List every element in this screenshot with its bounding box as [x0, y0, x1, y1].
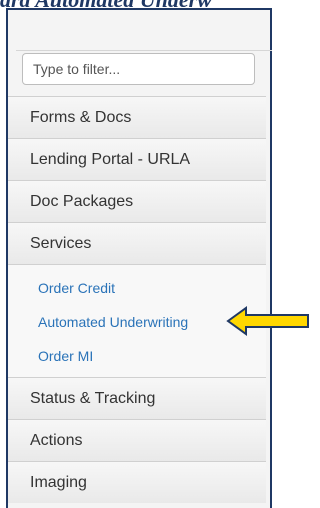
sidebar-item-status-tracking[interactable]: Status & Tracking	[8, 377, 266, 419]
sidebar-item-actions[interactable]: Actions	[8, 419, 266, 461]
filter-input[interactable]	[22, 53, 255, 85]
left-arrow-icon	[226, 306, 309, 336]
divider	[16, 50, 272, 51]
sidebar-menu: Forms & Docs Lending Portal - URLA Doc P…	[8, 96, 266, 503]
sidebar-item-services[interactable]: Services	[8, 222, 266, 264]
sidebar-item-lending-portal-urla[interactable]: Lending Portal - URLA	[8, 138, 266, 180]
sidebar-item-imaging[interactable]: Imaging	[8, 461, 266, 503]
submenu-item-order-credit[interactable]: Order Credit	[8, 271, 266, 305]
submenu-item-order-mi[interactable]: Order MI	[8, 339, 266, 373]
sidebar-item-doc-packages[interactable]: Doc Packages	[8, 180, 266, 222]
sidebar-item-forms-docs[interactable]: Forms & Docs	[8, 96, 266, 138]
